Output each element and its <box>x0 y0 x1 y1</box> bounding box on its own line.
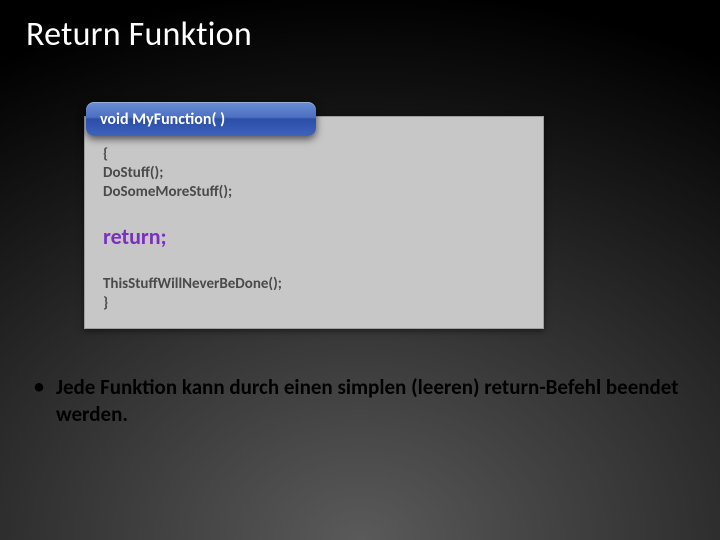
bullet-text: Jede Funktion kann durch einen simplen (… <box>56 374 680 429</box>
code-header-text: void MyFunction( ) <box>100 110 225 129</box>
code-blank-line <box>103 201 525 219</box>
code-line-dosomemorestuff: DoSomeMoreStuff(); <box>103 183 525 202</box>
code-line-never: ThisStuffWillNeverBeDone(); <box>103 275 525 294</box>
code-blank-line <box>103 257 525 275</box>
code-line-open-brace: { <box>103 145 525 164</box>
code-line-return: return; <box>103 223 525 251</box>
bullet-marker: • <box>34 374 56 401</box>
code-header-pill: void MyFunction( ) <box>86 102 316 136</box>
code-body: { DoStuff(); DoSomeMoreStuff(); return; … <box>85 117 543 328</box>
code-line-close-brace: } <box>103 294 525 313</box>
code-line-dostuff: DoStuff(); <box>103 164 525 183</box>
slide-title: Return Funktion <box>26 14 252 55</box>
slide: Return Funktion void MyFunction( ) { DoS… <box>0 0 720 540</box>
code-card: { DoStuff(); DoSomeMoreStuff(); return; … <box>84 116 544 329</box>
bullet-item: • Jede Funktion kann durch einen simplen… <box>34 374 680 429</box>
